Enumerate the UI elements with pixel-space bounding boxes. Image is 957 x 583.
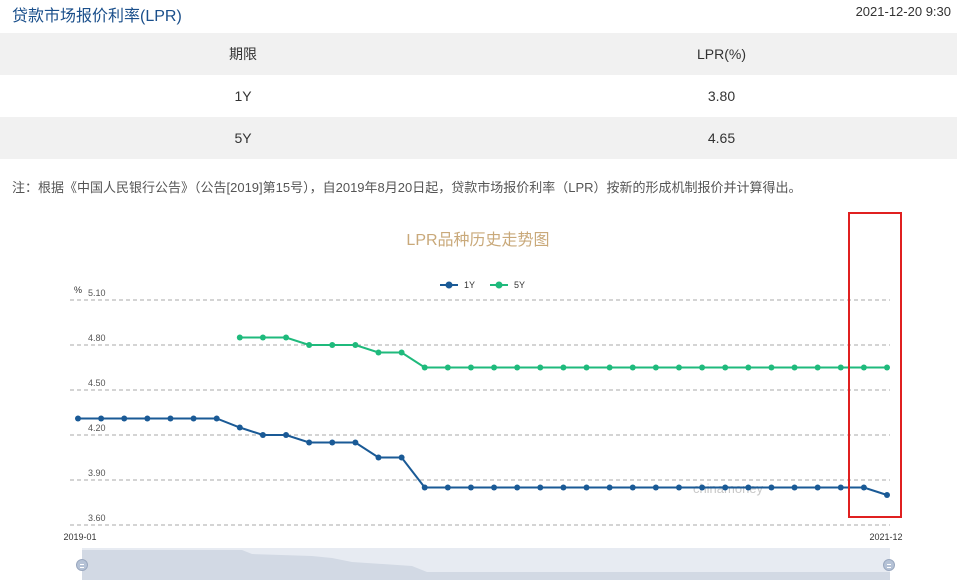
- data-point-5Y: [629, 364, 636, 371]
- data-point-1Y: [560, 484, 567, 491]
- slider-preview: [82, 550, 890, 580]
- data-point-1Y: [583, 484, 590, 491]
- column-header-rate: LPR(%): [696, 46, 746, 62]
- data-point-1Y: [398, 454, 405, 461]
- data-point-5Y: [652, 364, 659, 371]
- slider-left-handle[interactable]: [76, 559, 88, 571]
- data-point-5Y: [560, 364, 567, 371]
- data-point-1Y: [259, 432, 266, 438]
- data-point-1Y: [814, 484, 821, 491]
- data-point-1Y: [606, 484, 613, 491]
- data-point-1Y: [375, 454, 382, 461]
- data-point-1Y: [722, 484, 729, 491]
- data-point-5Y: [421, 364, 428, 371]
- rate-cell: 4.65: [707, 130, 736, 146]
- data-point-1Y: [283, 432, 290, 438]
- lpr-history-chart: LPR品种历史走势图% 5.10 4.80 4.50 4.20 3.90 3.60 2019-…: [63, 231, 902, 542]
- y-tick-label: 4.50: [88, 378, 106, 388]
- data-point-5Y: [745, 364, 752, 371]
- data-point-1Y: [167, 415, 174, 422]
- data-point-1Y: [699, 484, 706, 491]
- data-point-5Y: [259, 334, 266, 341]
- slider-right-handle[interactable]: [883, 559, 895, 571]
- term-cell: 5Y: [234, 130, 252, 146]
- y-axis-label: %: [74, 285, 82, 295]
- data-point-5Y: [236, 334, 243, 341]
- range-slider-track[interactable]: [82, 548, 890, 580]
- page-title: 贷款市场报价利率(LPR): [12, 8, 182, 25]
- data-point-1Y: [144, 415, 151, 422]
- data-point-5Y: [537, 364, 544, 371]
- data-point-5Y: [283, 334, 290, 341]
- column-header-term: 期限: [229, 46, 257, 62]
- data-point-5Y: [306, 342, 313, 348]
- chart-title: LPR品种历史走势图: [406, 231, 549, 249]
- data-point-5Y: [444, 364, 451, 371]
- data-point-1Y: [791, 484, 798, 491]
- series-line-1Y: [78, 417, 888, 496]
- x-tick-label: 2019-01: [63, 532, 96, 542]
- data-point-5Y: [491, 364, 498, 371]
- data-point-5Y: [467, 364, 474, 371]
- data-point-5Y: [514, 364, 521, 371]
- data-point-5Y: [352, 342, 359, 348]
- legend-swatch-dot: [495, 281, 503, 289]
- data-point-5Y: [375, 349, 382, 356]
- data-point-5Y: [722, 364, 729, 371]
- table-row: 1Y 3.80: [0, 75, 957, 117]
- data-point-1Y: [329, 439, 336, 446]
- data-point-1Y: [514, 484, 521, 491]
- data-point-1Y: [75, 415, 81, 422]
- data-point-5Y: [837, 364, 844, 371]
- data-point-1Y: [745, 484, 752, 491]
- y-tick-label: 5.10: [88, 288, 106, 298]
- legend-label: 1Y: [464, 280, 475, 290]
- update-timestamp: 2021-12-20 9:30: [855, 4, 951, 19]
- data-point-5Y: [675, 364, 682, 371]
- data-point-1Y: [629, 484, 636, 491]
- data-point-5Y: [814, 364, 821, 371]
- data-point-1Y: [213, 415, 220, 422]
- term-cell: 1Y: [234, 88, 252, 104]
- data-point-1Y: [121, 415, 128, 422]
- legend-label: 5Y: [514, 280, 525, 290]
- y-tick-label: 4.80: [88, 333, 106, 343]
- data-point-5Y: [791, 364, 798, 371]
- data-point-1Y: [467, 484, 474, 491]
- y-tick-label: 3.60: [88, 513, 106, 523]
- data-point-1Y: [236, 424, 243, 431]
- data-point-1Y: [421, 484, 428, 491]
- highlight-box: [848, 212, 902, 518]
- data-point-1Y: [652, 484, 659, 491]
- data-point-1Y: [491, 484, 498, 491]
- x-tick-label: 2021-12: [869, 532, 902, 542]
- data-point-5Y: [329, 342, 336, 348]
- table-header-row: 期限 LPR(%): [0, 33, 957, 75]
- data-point-1Y: [768, 484, 775, 491]
- series-line-5Y: [239, 336, 887, 369]
- data-point-5Y: [398, 349, 405, 356]
- data-point-1Y: [98, 415, 105, 422]
- y-tick-label: 4.20: [88, 423, 106, 433]
- data-point-1Y: [352, 439, 359, 446]
- data-point-1Y: [190, 415, 197, 422]
- y-tick-label: 3.90: [88, 468, 106, 478]
- data-point-5Y: [583, 364, 590, 371]
- footnote: 注：根据《中国人民银行公告》（公告[2019]第15号），自2019年8月20日…: [12, 180, 802, 195]
- lpr-table: 期限 LPR(%) 1Y 3.80 5Y 4.65: [0, 33, 957, 159]
- table-row: 5Y 4.65: [0, 117, 957, 159]
- data-point-1Y: [837, 484, 844, 491]
- data-point-1Y: [444, 484, 451, 491]
- page-header: 贷款市场报价利率(LPR) 2021-12-20 9:30: [0, 0, 957, 32]
- data-point-5Y: [606, 364, 613, 371]
- rate-cell: 3.80: [707, 88, 736, 104]
- data-point-1Y: [675, 484, 682, 491]
- data-point-5Y: [768, 364, 775, 371]
- legend-swatch-dot: [445, 281, 453, 289]
- data-point-5Y: [699, 364, 706, 371]
- data-point-1Y: [306, 439, 313, 446]
- data-point-1Y: [537, 484, 544, 491]
